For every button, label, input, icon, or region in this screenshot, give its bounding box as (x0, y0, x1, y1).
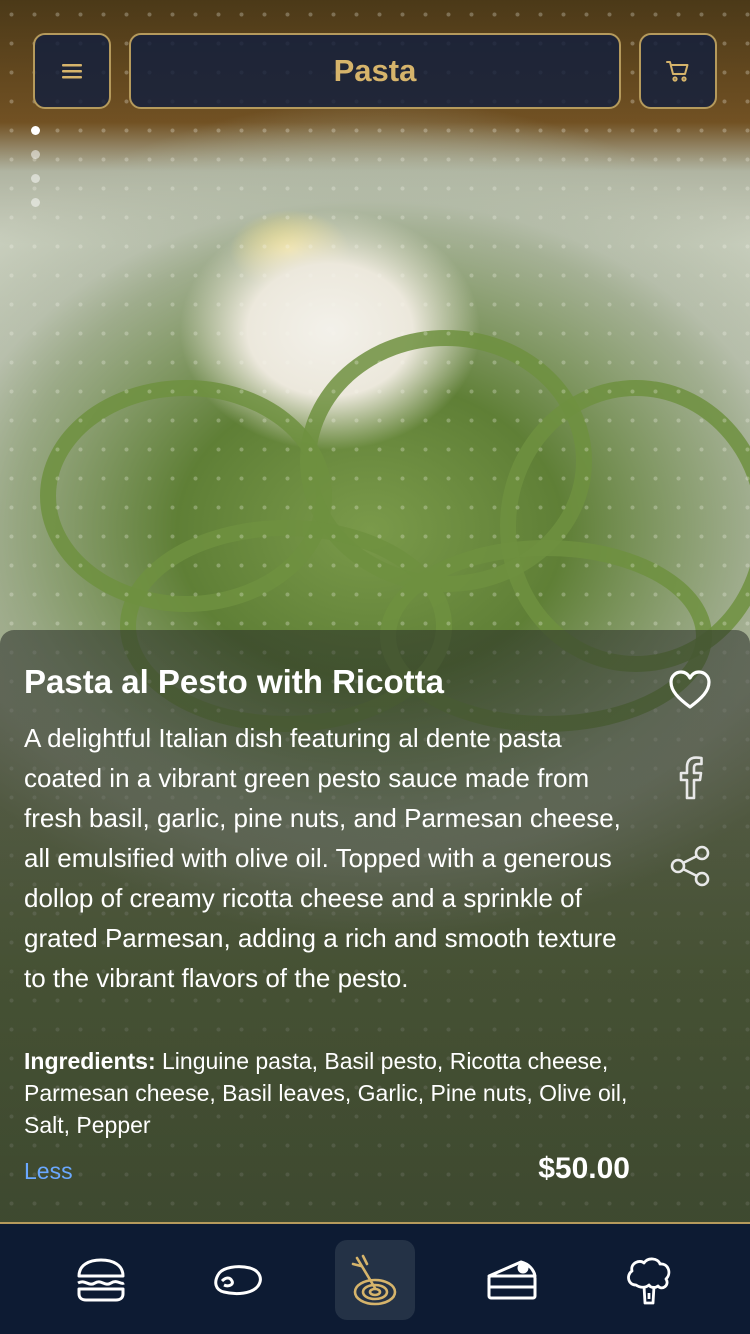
cake-slice-icon (487, 1260, 537, 1300)
carousel-dot[interactable] (31, 174, 40, 183)
pasta-icon (351, 1254, 397, 1306)
ingredients-label: Ingredients: (24, 1048, 156, 1074)
heart-icon (669, 670, 711, 709)
broccoli-icon (627, 1257, 671, 1305)
shopping-cart-icon (666, 61, 689, 82)
dish-price: $50.00 (538, 1152, 630, 1185)
carousel-dot[interactable] (31, 126, 40, 135)
carousel-dot[interactable] (31, 198, 40, 207)
dish-title: Pasta al Pesto with Ricotta (24, 663, 444, 700)
burger-icon (77, 1258, 125, 1302)
hamburger-menu-icon (62, 64, 82, 79)
nav-item-pasta[interactable] (335, 1240, 415, 1320)
cart-button[interactable] (639, 33, 717, 109)
less-toggle-link[interactable]: Less (24, 1158, 73, 1185)
dish-ingredients: Ingredients: Linguine pasta, Basil pesto… (24, 1045, 634, 1141)
dish-description: A delightful Italian dish featuring al d… (24, 723, 621, 993)
page-title: Pasta (333, 53, 417, 88)
share-button[interactable] (666, 842, 714, 890)
facebook-share-button[interactable] (666, 754, 714, 802)
nav-item-desserts[interactable] (472, 1240, 552, 1320)
steak-icon (214, 1265, 262, 1296)
nav-item-vegetables[interactable] (609, 1240, 689, 1320)
menu-button[interactable] (33, 33, 111, 109)
bottom-category-nav (0, 1222, 750, 1334)
share-icon (670, 845, 710, 887)
carousel-pager (31, 126, 41, 222)
category-title-bar: Pasta (129, 33, 621, 109)
carousel-dot[interactable] (31, 150, 40, 159)
nav-item-burgers[interactable] (61, 1240, 141, 1320)
facebook-icon (679, 756, 703, 800)
nav-item-steaks[interactable] (198, 1240, 278, 1320)
favorite-button[interactable] (666, 666, 714, 714)
